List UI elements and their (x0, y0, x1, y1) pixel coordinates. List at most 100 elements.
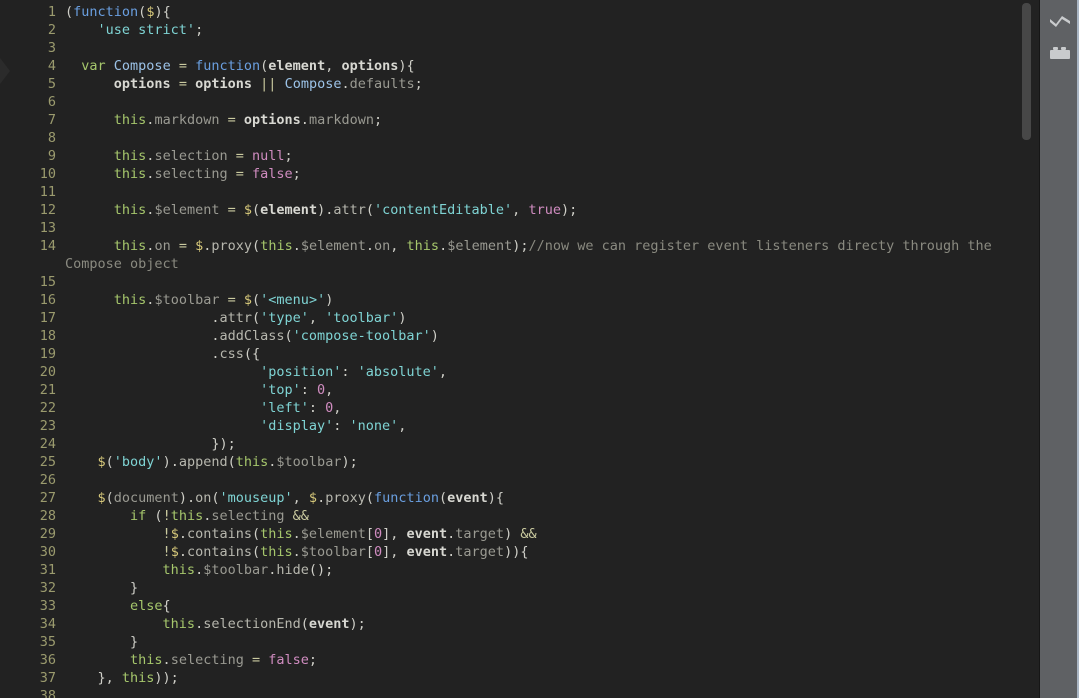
code-line-content[interactable]: if (!this.selecting && (56, 507, 1031, 525)
code-line-content[interactable] (56, 183, 1031, 201)
code-line[interactable]: 31 this.$toolbar.hide(); (0, 561, 1031, 579)
code-line-content[interactable]: (function($){ (56, 3, 1031, 21)
code-line[interactable]: 30 !$.contains(this.$toolbar[0], event.t… (0, 543, 1031, 561)
code-line-content[interactable]: } (56, 579, 1031, 597)
code-line-content[interactable]: }, this)); (56, 669, 1031, 687)
briefcase-icon-button[interactable] (1043, 37, 1077, 69)
code-line-content[interactable] (56, 219, 1031, 237)
code-line-content[interactable] (56, 273, 1031, 291)
code-line[interactable]: 9 this.selection = null; (0, 147, 1031, 165)
code-line-content[interactable]: var Compose = function(element, options)… (56, 57, 1031, 75)
code-line[interactable]: 33 else{ (0, 597, 1031, 615)
code-token: this (260, 526, 293, 542)
vertical-scrollbar-track[interactable] (1022, 0, 1031, 698)
code-token: on (195, 490, 212, 506)
code-line[interactable]: 38 (0, 687, 1031, 698)
code-line-content[interactable]: .css({ (56, 345, 1031, 363)
code-line[interactable]: 7 this.markdown = options.markdown; (0, 111, 1031, 129)
code-line[interactable]: 34 this.selectionEnd(event); (0, 615, 1031, 633)
editor-pane[interactable]: 1 (function($){2 'use strict'; 3 4 var Com… (0, 0, 1039, 698)
code-line[interactable]: 14 this.on = $.proxy(this.$element.on, t… (0, 237, 1031, 273)
code-line[interactable]: 29 !$.contains(this.$element[0], event.t… (0, 525, 1031, 543)
code-line-content[interactable]: 'position': 'absolute', (56, 363, 1031, 381)
code-line[interactable]: 24 }); (0, 435, 1031, 453)
code-line[interactable]: 22 'left': 0, (0, 399, 1031, 417)
code-line-content[interactable] (56, 687, 1031, 698)
code-line-content[interactable]: }); (56, 435, 1031, 453)
code-line[interactable]: 21 'top': 0, (0, 381, 1031, 399)
code-token: . (439, 238, 448, 254)
code-line-content[interactable] (56, 129, 1031, 147)
code-line[interactable]: 10 this.selecting = false; (0, 165, 1031, 183)
code-line[interactable]: 35 } (0, 633, 1031, 651)
code-line-content[interactable]: this.selectionEnd(event); (56, 615, 1031, 633)
code-line[interactable]: 20 'position': 'absolute', (0, 363, 1031, 381)
code-line-content[interactable]: this.$toolbar = $('<menu>') (56, 291, 1031, 309)
code-line-content[interactable]: this.markdown = options.markdown; (56, 111, 1031, 129)
code-line[interactable]: 6 (0, 93, 1031, 111)
code-line[interactable]: 3 (0, 39, 1031, 57)
code-line-content[interactable]: 'display': 'none', (56, 417, 1031, 435)
code-line[interactable]: 36 this.selecting = false; (0, 651, 1031, 669)
code-token: css (219, 346, 244, 362)
code-line-content[interactable]: $(document).on('mouseup', $.proxy(functi… (56, 489, 1031, 507)
code-line[interactable]: 13 (0, 219, 1031, 237)
code-line[interactable]: 23 'display': 'none', (0, 417, 1031, 435)
code-token: target (455, 526, 505, 542)
code-token: } (65, 634, 139, 650)
code-line-content[interactable]: this.selecting = false; (56, 165, 1031, 183)
code-line-content[interactable]: this.selection = null; (56, 147, 1031, 165)
code-token: this (260, 544, 293, 560)
code-line[interactable]: 16 this.$toolbar = $('<menu>') (0, 291, 1031, 309)
code-line[interactable]: 37 }, this)); (0, 669, 1031, 687)
code-line-content[interactable]: 'top': 0, (56, 381, 1031, 399)
code-line-content[interactable]: !$.contains(this.$toolbar[0], event.targ… (56, 543, 1031, 561)
code-line[interactable]: 11 (0, 183, 1031, 201)
code-line[interactable]: 27 $(document).on('mouseup', $.proxy(fun… (0, 489, 1031, 507)
code-line-content[interactable] (56, 93, 1031, 111)
code-scroll-viewport[interactable]: 1 (function($){2 'use strict'; 3 4 var Com… (0, 0, 1031, 698)
code-token: options (341, 58, 399, 74)
code-line-content[interactable] (56, 471, 1031, 489)
code-line[interactable]: 1 (function($){ (0, 3, 1031, 21)
code-line[interactable]: 5 options = options || Compose.defaults; (0, 75, 1031, 93)
vertical-scrollbar-thumb[interactable] (1022, 3, 1031, 140)
code-line-content[interactable]: 'left': 0, (56, 399, 1031, 417)
code-line-content[interactable] (56, 39, 1031, 57)
code-token: ) (504, 526, 521, 542)
code-line[interactable]: 26 (0, 471, 1031, 489)
code-line-content[interactable]: 'use strict'; (56, 21, 1031, 39)
code-fold-marker-icon[interactable] (0, 58, 10, 84)
code-line[interactable]: 18 .addClass('compose-toolbar') (0, 327, 1031, 345)
code-token: ); (512, 238, 529, 254)
code-line-content[interactable]: $('body').append(this.$toolbar); (56, 453, 1031, 471)
code-token: && (520, 526, 537, 542)
code-line-content[interactable]: this.selecting = false; (56, 651, 1031, 669)
code-line[interactable]: 15 (0, 273, 1031, 291)
code-line-content[interactable]: .attr('type', 'toolbar') (56, 309, 1031, 327)
code-line-content[interactable]: this.on = $.proxy(this.$element.on, this… (56, 237, 1031, 273)
code-line[interactable]: 19 .css({ (0, 345, 1031, 363)
code-line[interactable]: 4 var Compose = function(element, option… (0, 57, 1031, 75)
code-line[interactable]: 28 if (!this.selecting && (0, 507, 1031, 525)
code-line-content[interactable]: else{ (56, 597, 1031, 615)
code-line[interactable]: 2 'use strict'; (0, 21, 1031, 39)
activity-chart-icon-button[interactable] (1043, 5, 1077, 37)
code-line-content[interactable]: .addClass('compose-toolbar') (56, 327, 1031, 345)
code-line[interactable]: 25 $('body').append(this.$toolbar); (0, 453, 1031, 471)
code-line[interactable]: 12 this.$element = $(element).attr('cont… (0, 201, 1031, 219)
code-line-content[interactable]: options = options || Compose.defaults; (56, 75, 1031, 93)
code-line[interactable]: 17 .attr('type', 'toolbar') (0, 309, 1031, 327)
code-token: ; (292, 166, 301, 182)
code-line-content[interactable]: !$.contains(this.$element[0], event.targ… (56, 525, 1031, 543)
code-line-content[interactable]: } (56, 633, 1031, 651)
code-line-content[interactable]: this.$toolbar.hide(); (56, 561, 1031, 579)
code-line-content[interactable]: this.$element = $(element).attr('content… (56, 201, 1031, 219)
code-token: . (317, 490, 326, 506)
code-line[interactable]: 8 (0, 129, 1031, 147)
code-token: . (195, 616, 204, 632)
code-token: } (65, 580, 139, 596)
code-line[interactable]: 32 } (0, 579, 1031, 597)
